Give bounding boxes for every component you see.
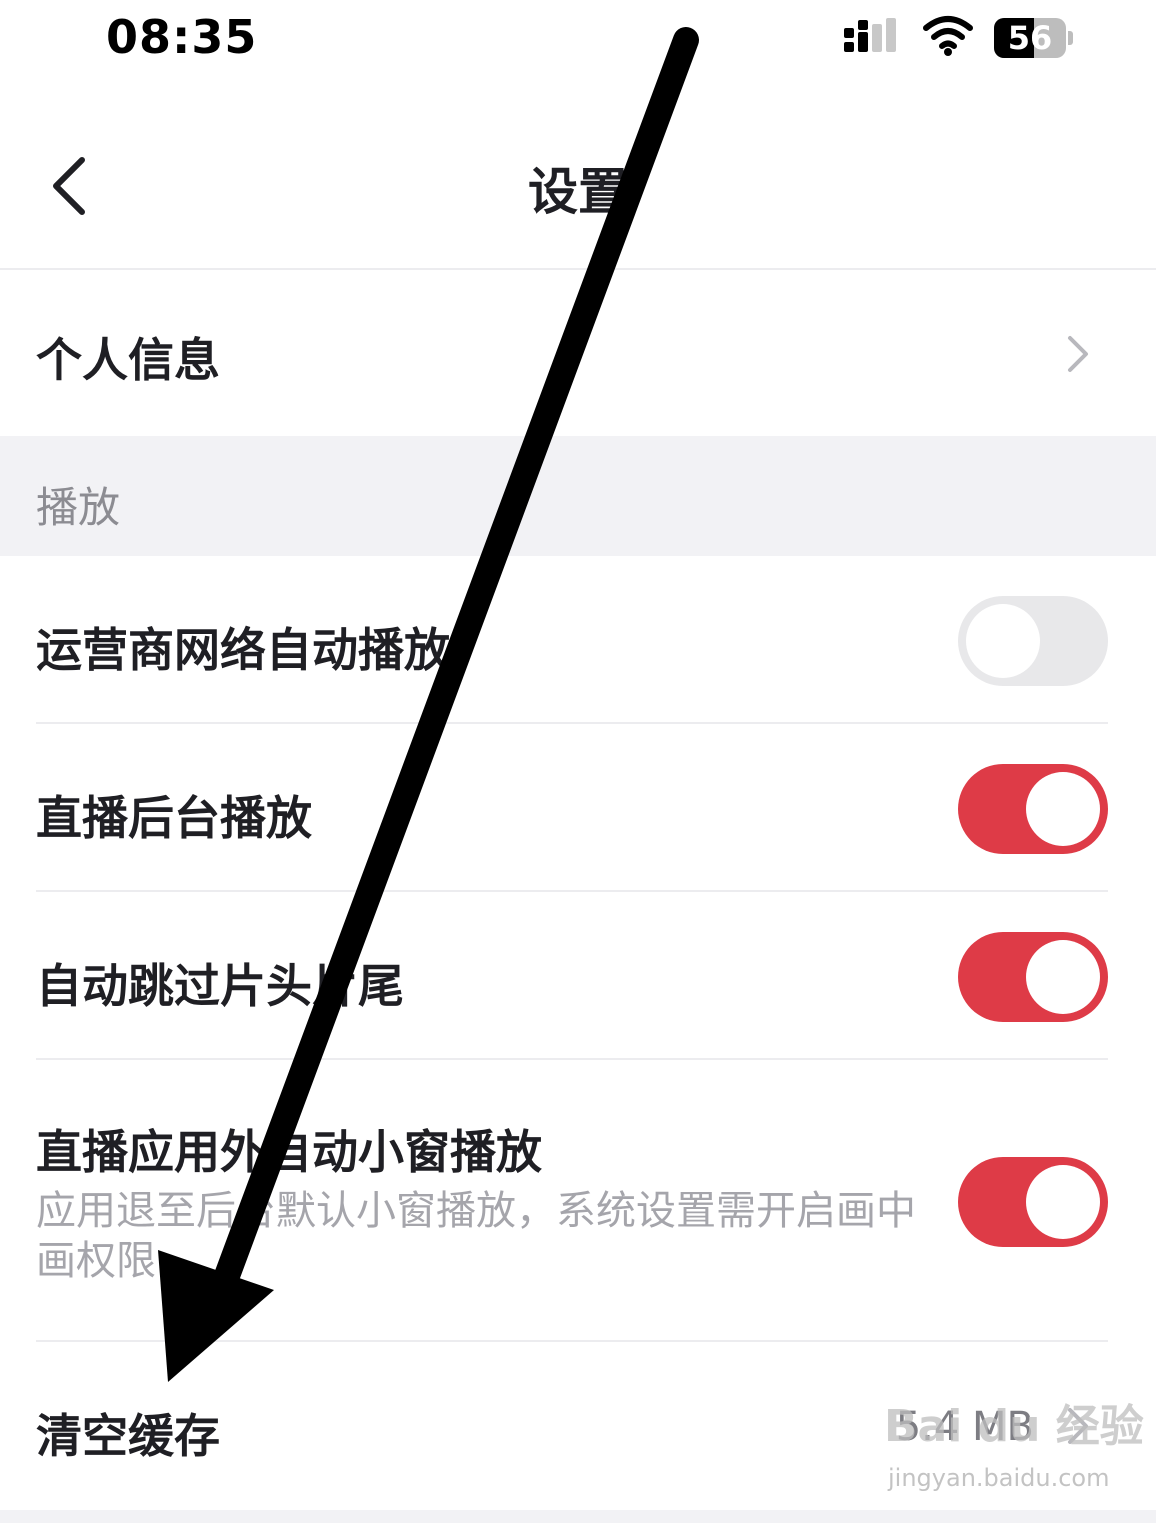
chevron-right-icon <box>1068 336 1088 372</box>
carrier-autoplay-label: 运营商网络自动播放 <box>36 623 450 677</box>
carrier-autoplay-toggle[interactable] <box>958 596 1108 686</box>
wifi-icon <box>923 16 973 56</box>
watermark-logo: Bai du 经验 <box>884 1401 1144 1452</box>
live-background-toggle[interactable] <box>958 764 1108 854</box>
section-title: 播放 <box>36 483 121 532</box>
watermark-url: jingyan.baidu.com <box>888 1464 1110 1492</box>
settings-row-skip-intro: 自动跳过片头片尾 <box>0 892 1156 1060</box>
page-title: 设置 <box>528 163 628 221</box>
live-pip-toggle[interactable] <box>958 1157 1108 1247</box>
skip-intro-toggle[interactable] <box>958 932 1108 1022</box>
settings-row-carrier-autoplay: 运营商网络自动播放 <box>0 556 1156 724</box>
live-pip-label: 直播应用外自动小窗播放 <box>36 1125 542 1179</box>
section-header-play: 播放 <box>0 436 1156 556</box>
skip-intro-label: 自动跳过片头片尾 <box>36 959 404 1013</box>
watermark: Bai du 经验 jingyan.baidu.com <box>884 1390 1144 1510</box>
bottom-strip <box>0 1510 1156 1523</box>
settings-row-live-background: 直播后台播放 <box>0 724 1156 892</box>
status-time: 08:35 <box>106 10 258 64</box>
battery-icon: 56 <box>994 18 1073 58</box>
settings-row-personal-info[interactable]: 个人信息 <box>0 270 1156 436</box>
battery-label: 56 <box>1007 19 1053 57</box>
cellular-signal-icon <box>844 18 896 52</box>
settings-row-live-pip: 直播应用外自动小窗播放 应用退至后台默认小窗播放，系统设置需开启画中画权限 <box>0 1060 1156 1342</box>
live-pip-description: 应用退至后台默认小窗播放，系统设置需开启画中画权限 <box>36 1188 916 1284</box>
clear-cache-label: 清空缓存 <box>36 1409 220 1463</box>
personal-info-label: 个人信息 <box>36 333 220 387</box>
status-bar: 08:35 56 <box>0 0 1156 80</box>
live-background-label: 直播后台播放 <box>36 791 312 845</box>
nav-bar: 设置 <box>0 80 1156 270</box>
